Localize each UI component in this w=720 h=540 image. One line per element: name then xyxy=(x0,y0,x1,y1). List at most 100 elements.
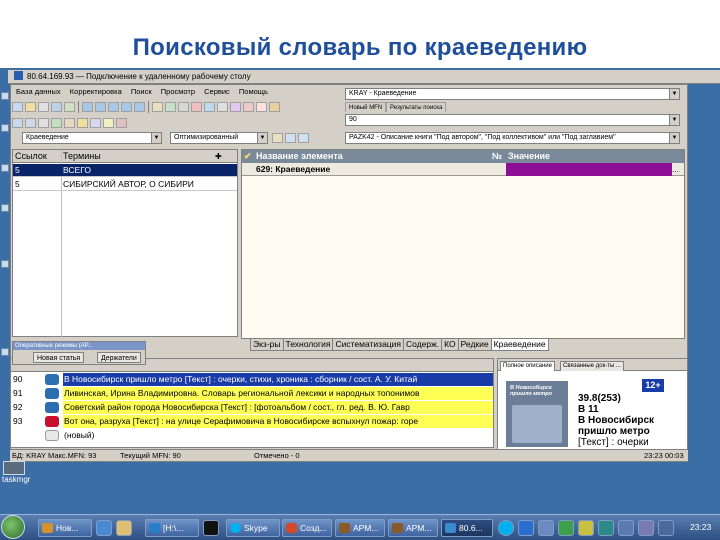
remote-desktop-titlebar[interactable]: 80.64.169.93 — Подключение к удаленному … xyxy=(8,70,720,84)
filter-icon[interactable] xyxy=(25,118,36,128)
magnifier-icon[interactable] xyxy=(272,133,283,143)
prefix-select[interactable]: Краеведение ▼ xyxy=(22,132,162,144)
taskbar-item[interactable]: Нов... xyxy=(38,519,92,537)
new-article-button[interactable]: Новая статья xyxy=(33,352,85,363)
tray-keyboard-icon[interactable] xyxy=(618,520,634,536)
ie-icon[interactable] xyxy=(96,520,112,536)
tab-copies[interactable]: Экз-ры xyxy=(250,339,284,351)
element-value-cell[interactable] xyxy=(506,163,672,176)
export-icon[interactable] xyxy=(64,102,75,112)
print-icon[interactable] xyxy=(38,102,49,112)
tray-skype-icon[interactable] xyxy=(498,520,514,536)
taskbar-item[interactable]: АРМ... xyxy=(388,519,438,537)
copy-record-icon[interactable] xyxy=(230,102,241,112)
menu-item-service[interactable]: Сервис xyxy=(204,87,230,96)
desktop-icon[interactable] xyxy=(1,92,9,100)
tab-systematization[interactable]: Систематизация xyxy=(332,339,405,351)
desktop-icon[interactable] xyxy=(1,124,9,132)
search-mode-select[interactable]: Оптимизированный ▼ xyxy=(170,132,268,144)
operative-modes-caption[interactable]: Оперативные режимы (АР... xyxy=(13,342,145,350)
tab-linked-docs[interactable]: Связанные док-ты ... xyxy=(560,361,624,371)
refresh-icon[interactable] xyxy=(12,118,23,128)
mail-icon[interactable] xyxy=(269,102,280,112)
explorer-icon[interactable] xyxy=(116,520,132,536)
chevron-down-icon[interactable]: ▼ xyxy=(669,89,679,99)
column-header-terms[interactable]: Термины xyxy=(63,150,101,163)
pin-icon[interactable]: ✚ xyxy=(215,150,222,163)
table-row[interactable]: 5 ВСЕГО xyxy=(13,164,237,177)
menu-item-edit[interactable]: Корректировка xyxy=(70,87,122,96)
column-header-element-name[interactable]: Название элемента xyxy=(256,150,343,163)
tab-contents[interactable]: Содерж. xyxy=(403,339,443,351)
holders-button[interactable]: Держатели xyxy=(97,352,141,363)
column-header-number[interactable]: № xyxy=(492,150,502,163)
tab-full-description[interactable]: Полное описание xyxy=(500,361,555,371)
ellipsis-button[interactable]: ... xyxy=(672,163,679,176)
desktop-icon[interactable] xyxy=(1,260,9,268)
taskbar-clock[interactable]: 23:23 xyxy=(690,522,711,532)
mark-icon[interactable] xyxy=(204,102,215,112)
find-icon[interactable] xyxy=(178,102,189,112)
chevron-down-icon[interactable]: ▼ xyxy=(257,133,267,143)
nav-goto-icon[interactable] xyxy=(134,102,145,112)
table-row[interactable]: 5 СИБИРСКИЙ АВТОР, О СИБИРИ xyxy=(13,178,237,191)
edit-icon[interactable] xyxy=(152,102,163,112)
check-icon[interactable] xyxy=(165,102,176,112)
column-header-links[interactable]: Ссылок xyxy=(15,150,47,163)
form-icon[interactable] xyxy=(51,118,62,128)
table-icon[interactable] xyxy=(38,118,49,128)
taskbar-item[interactable]: [H:\... xyxy=(145,519,199,537)
note-icon[interactable] xyxy=(103,118,114,128)
list-item[interactable]: 92 Советский район города Новосибирска [… xyxy=(11,401,493,414)
close-record-icon[interactable] xyxy=(243,102,254,112)
tab-technology[interactable]: Технология xyxy=(282,339,334,351)
column-header-value[interactable]: Значение xyxy=(508,150,550,163)
tray-folder-icon[interactable] xyxy=(578,520,594,536)
tray-wifi-icon[interactable] xyxy=(658,520,674,536)
batman-icon[interactable] xyxy=(203,520,219,536)
delete-icon[interactable] xyxy=(191,102,202,112)
database-select[interactable]: KRAY - Краеведение ▼ xyxy=(345,88,680,100)
open-db-icon[interactable] xyxy=(12,102,23,112)
taskbar-item-active[interactable]: 80.6... xyxy=(441,519,493,537)
nav-prev-icon[interactable] xyxy=(95,102,106,112)
tray-network-icon[interactable] xyxy=(518,520,534,536)
tag-icon[interactable] xyxy=(116,118,127,128)
tab-ko[interactable]: КО xyxy=(441,339,459,351)
desktop-icon[interactable] xyxy=(1,348,9,356)
list-item[interactable]: 93 Вот она, разруха [Текст] : на улице С… xyxy=(11,415,493,428)
menu-item-database[interactable]: База данных xyxy=(16,87,61,96)
tab-local-history[interactable]: Краеведение xyxy=(490,339,549,351)
copy-icon[interactable] xyxy=(51,102,62,112)
menu-item-search[interactable]: Поиск xyxy=(131,87,152,96)
menu-item-view[interactable]: Просмотр xyxy=(161,87,195,96)
taskbar-item[interactable]: Созд... xyxy=(282,519,332,537)
desktop-icon[interactable] xyxy=(1,164,9,172)
taskbar-item[interactable]: АРМ... xyxy=(335,519,385,537)
start-button[interactable] xyxy=(1,515,25,539)
bookmark-icon[interactable] xyxy=(77,118,88,128)
tray-security-icon[interactable] xyxy=(558,520,574,536)
list-item[interactable]: 91 Ливинская, Ирина Владимировна. Словар… xyxy=(11,387,493,400)
list-icon[interactable] xyxy=(217,102,228,112)
tab-search-results[interactable]: Результаты поиска xyxy=(386,102,447,112)
nav-first-icon[interactable] xyxy=(82,102,93,112)
chevron-down-icon[interactable]: ▼ xyxy=(669,133,679,143)
worksheet-select[interactable]: PAZK42 - Описание книги "Под автором", "… xyxy=(345,132,680,144)
tab-new-mfn[interactable]: Новый MFN xyxy=(345,102,387,112)
nav-last-icon[interactable] xyxy=(121,102,132,112)
desktop-icon[interactable] xyxy=(1,204,9,212)
list-item[interactable]: 90 В Новосибирск пришло метро [Текст] : … xyxy=(11,373,493,386)
sort-icon[interactable] xyxy=(256,102,267,112)
tray-sync-icon[interactable] xyxy=(598,520,614,536)
taskbar-item[interactable]: Skype xyxy=(226,519,280,537)
folder-icon[interactable] xyxy=(25,102,36,112)
link-icon[interactable] xyxy=(90,118,101,128)
menu-item-help[interactable]: Помощь xyxy=(239,87,268,96)
list-item[interactable]: (новый) xyxy=(11,429,493,442)
chevron-down-icon[interactable]: ▼ xyxy=(669,115,679,125)
search-next-icon[interactable] xyxy=(298,133,309,143)
tray-volume-icon[interactable] xyxy=(638,520,654,536)
search-prev-icon[interactable] xyxy=(285,133,296,143)
nav-next-icon[interactable] xyxy=(108,102,119,112)
